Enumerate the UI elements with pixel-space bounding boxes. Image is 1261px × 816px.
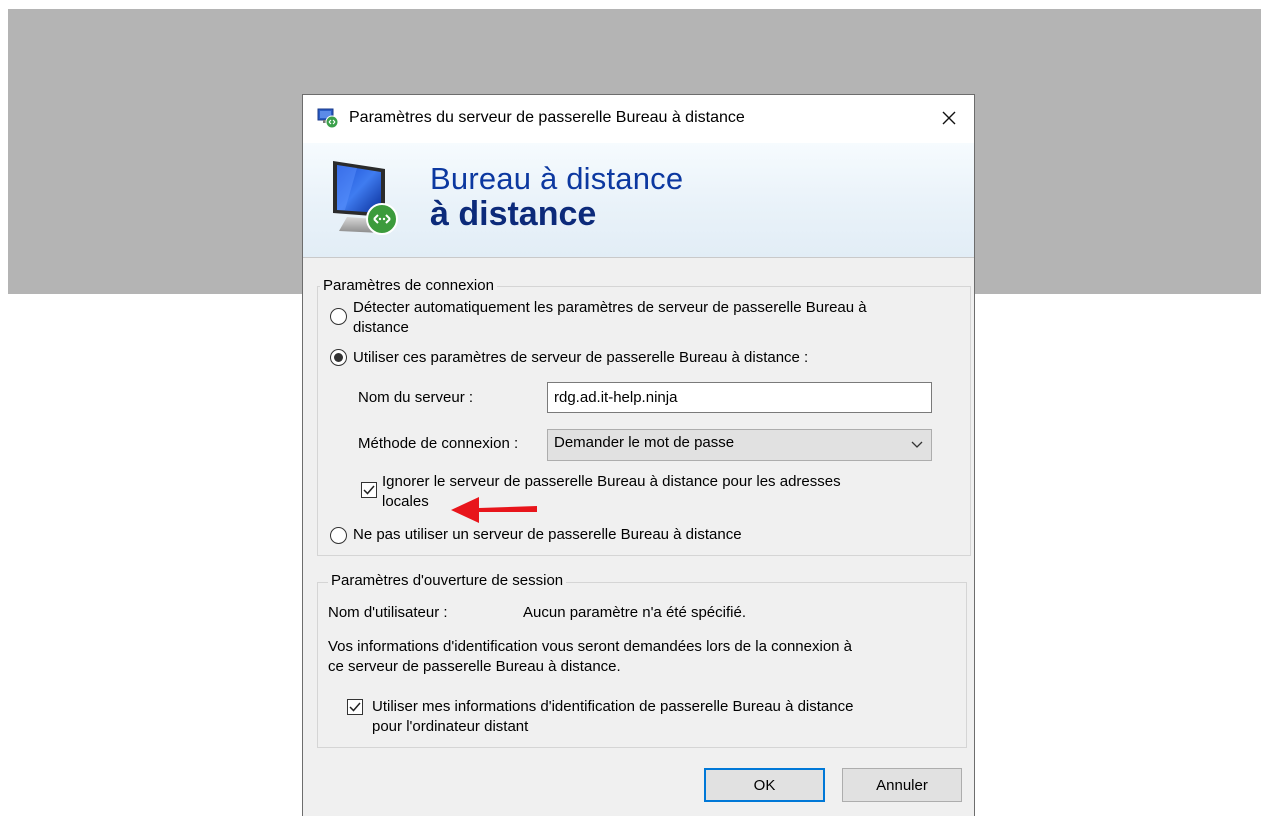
use-settings-radio[interactable] [330, 349, 347, 366]
logon-settings-legend: Paramètres d'ouverture de session [328, 572, 567, 589]
auto-detect-label-line2: distance [353, 319, 409, 336]
banner-title-line2: à distance [430, 195, 597, 233]
banner-title-line1: Bureau à distance [430, 161, 684, 196]
server-name-label: Nom du serveur : [358, 389, 474, 406]
bypass-local-checkbox[interactable] [361, 482, 377, 498]
radio-selected-dot [334, 353, 343, 362]
auto-detect-radio[interactable] [330, 308, 347, 325]
username-value: Aucun paramètre n'a été spécifié. [523, 604, 746, 621]
use-credentials-checkbox[interactable] [347, 699, 363, 715]
connection-method-value: Demander le mot de passe [554, 434, 735, 451]
cancel-button[interactable]: Annuler [842, 768, 962, 802]
red-arrow-icon [451, 497, 537, 523]
checkmark-icon [349, 702, 361, 712]
chevron-down-icon [911, 441, 923, 448]
header-banner: Bureau à distance à distance [303, 143, 974, 258]
checkmark-icon [363, 485, 375, 495]
connection-settings-group [317, 286, 971, 556]
bypass-local-label-line2: locales [382, 493, 429, 510]
credentials-info-line2: ce serveur de passerelle Bureau à distan… [328, 658, 621, 675]
monitor-remote-icon [333, 161, 398, 235]
no-gateway-label: Ne pas utiliser un serveur de passerelle… [353, 526, 742, 543]
auto-detect-label-line1: Détecter automatiquement les paramètres … [353, 299, 867, 316]
close-icon [942, 111, 956, 125]
gateway-settings-dialog: Paramètres du serveur de passerelle Bure… [302, 94, 975, 816]
credentials-info-line1: Vos informations d'identification vous s… [328, 638, 853, 655]
title-bar: Paramètres du serveur de passerelle Bure… [303, 95, 974, 143]
use-settings-label: Utiliser ces paramètres de serveur de pa… [353, 349, 809, 366]
ok-button[interactable]: OK [704, 768, 825, 802]
close-button[interactable] [929, 101, 969, 135]
bypass-local-label-line1: Ignorer le serveur de passerelle Bureau … [382, 473, 841, 490]
connection-method-label: Méthode de connexion : [358, 435, 519, 452]
use-credentials-label-line2: pour l'ordinateur distant [372, 718, 529, 735]
remote-desktop-icon [317, 108, 339, 129]
connection-settings-legend: Paramètres de connexion [320, 277, 497, 294]
username-label: Nom d'utilisateur : [328, 604, 448, 621]
window-title: Paramètres du serveur de passerelle Bure… [349, 109, 745, 126]
no-gateway-radio[interactable] [330, 527, 347, 544]
server-name-input[interactable] [547, 382, 932, 413]
connection-method-select[interactable]: Demander le mot de passe [547, 429, 932, 461]
use-credentials-label-line1: Utiliser mes informations d'identificati… [372, 698, 854, 715]
